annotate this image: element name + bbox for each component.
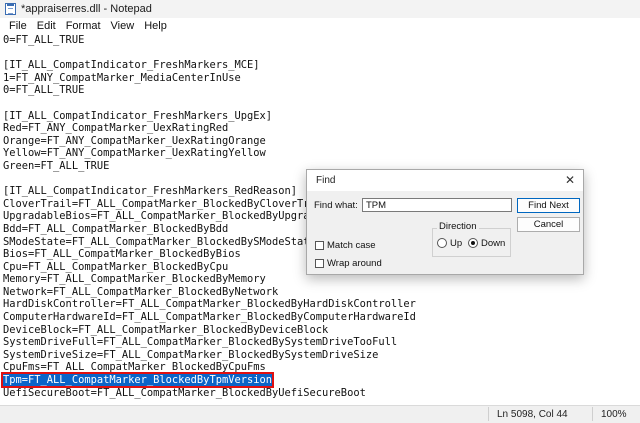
selected-text: Tpm=FT_ALL_CompatMarker_BlockedByTpmVers… (1, 372, 274, 389)
text-line: Memory=FT_ALL_CompatMarker_BlockedByMemo… (3, 273, 266, 286)
find-dialog-titlebar[interactable]: Find ✕ (307, 170, 583, 191)
text-line: [IT_ALL_CompatIndicator_FreshMarkers_MCE… (3, 59, 260, 72)
status-bar: Ln 5098, Col 44 100% (0, 405, 640, 423)
text-line: HardDiskController=FT_ALL_CompatMarker_B… (3, 298, 416, 311)
cancel-button[interactable]: Cancel (517, 217, 580, 232)
direction-down-radio[interactable] (468, 238, 478, 248)
menu-help[interactable]: Help (139, 20, 172, 32)
notepad-icon (5, 3, 16, 15)
text-line: 0=FT_ALL_TRUE (3, 34, 85, 46)
text-line: 1=FT_ANY_CompatMarker_MediaCenterInUse (3, 71, 241, 84)
find-dialog: Find ✕ Find what: Find Next Cancel Direc… (306, 169, 584, 275)
match-case-checkbox[interactable] (315, 241, 324, 250)
close-icon[interactable]: ✕ (565, 173, 575, 187)
text-line: Red=FT_ANY_CompatMarker_UexRatingRed (3, 122, 229, 135)
menu-file[interactable]: File (4, 20, 32, 32)
match-case-label: Match case (327, 240, 376, 251)
direction-group: Up Down (432, 228, 511, 257)
zoom-level: 100% (601, 409, 627, 420)
menu-view[interactable]: View (106, 20, 140, 32)
window-title: *appraiserres.dll - Notepad (21, 3, 152, 15)
find-what-label: Find what: (314, 200, 358, 211)
direction-down-label: Down (481, 238, 506, 249)
selected-line: Tpm=FT_ALL_CompatMarker_BlockedByTpmVers… (0, 372, 640, 389)
text-line: ComputerHardwareId=FT_ALL_CompatMarker_B… (3, 311, 416, 324)
text-line: 0=FT_ALL_TRUE (3, 84, 85, 97)
text-line: UefiSecureBoot=FT_ALL_CompatMarker_Block… (3, 386, 366, 399)
wrap-around-checkbox[interactable] (315, 259, 324, 268)
cursor-position: Ln 5098, Col 44 (497, 409, 568, 420)
text-line: [IT_ALL_CompatIndicator_FreshMarkers_Upg… (3, 109, 272, 122)
direction-up-label: Up (450, 238, 463, 249)
status-divider (488, 407, 489, 421)
menu-format[interactable]: Format (61, 20, 106, 32)
title-bar: *appraiserres.dll - Notepad (0, 0, 640, 18)
text-line: Yellow=FT_ANY_CompatMarker_UexRatingYell… (3, 147, 266, 160)
text-line: CpuFms=FT_ALL_CompatMarker_BlockedByCpuF… (3, 361, 266, 374)
direction-label: Direction (437, 221, 479, 232)
text-line: SystemDriveFull=FT_ALL_CompatMarker_Bloc… (3, 336, 398, 349)
direction-up-radio[interactable] (437, 238, 447, 248)
text-line: SystemDriveSize=FT_ALL_CompatMarker_Bloc… (3, 348, 379, 361)
text-line: Orange=FT_ANY_CompatMarker_UexRatingOran… (3, 134, 266, 147)
text-line (0, 47, 640, 60)
find-next-button[interactable]: Find Next (517, 198, 580, 213)
text-line: Network=FT_ALL_CompatMarker_BlockedByNet… (3, 285, 279, 298)
status-divider (592, 407, 593, 421)
wrap-around-label: Wrap around (327, 258, 382, 269)
menu-edit[interactable]: Edit (32, 20, 61, 32)
text-line (0, 97, 640, 110)
text-line: DeviceBlock=FT_ALL_CompatMarker_BlockedB… (3, 323, 329, 336)
menu-bar: File Edit Format View Help (0, 18, 640, 34)
find-dialog-title: Find (316, 175, 336, 186)
find-what-input[interactable] (362, 198, 512, 212)
